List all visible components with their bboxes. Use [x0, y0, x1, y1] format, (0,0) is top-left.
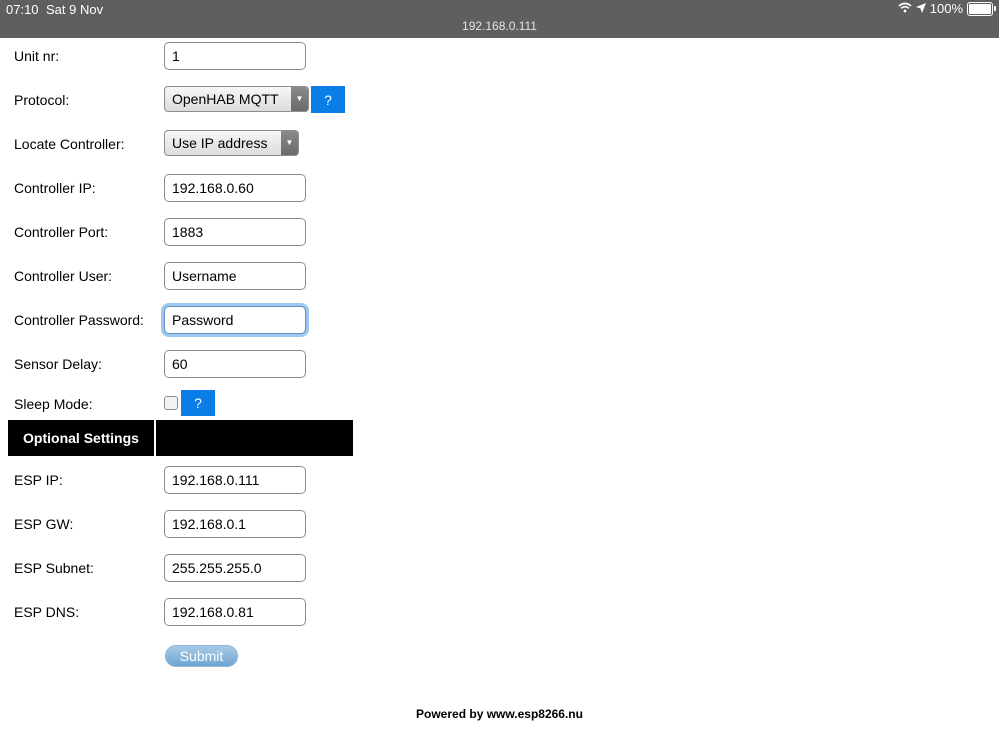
- controller-ip-input[interactable]: 192.168.0.60: [164, 174, 306, 202]
- controller-password-input[interactable]: Password: [164, 306, 306, 334]
- controller-port-label: Controller Port:: [14, 224, 109, 240]
- battery-percent: 100%: [929, 1, 963, 16]
- locate-controller-label: Locate Controller:: [14, 136, 125, 152]
- sensor-delay-input[interactable]: 60: [164, 350, 306, 378]
- dropdown-arrow-icon: ▼: [281, 131, 298, 155]
- submit-button[interactable]: Submit: [165, 645, 238, 667]
- protocol-label: Protocol:: [14, 92, 70, 108]
- status-time: 07:10: [6, 2, 39, 17]
- sleep-mode-checkbox[interactable]: [164, 396, 178, 410]
- locate-controller-select[interactable]: Use IP address ▼: [164, 130, 299, 156]
- header-empty-cell: [156, 420, 353, 456]
- status-right-group: 100%: [898, 1, 996, 16]
- wifi-icon: [898, 1, 912, 16]
- protocol-help-button[interactable]: ?: [311, 86, 345, 113]
- sleep-mode-label: Sleep Mode:: [14, 396, 93, 412]
- controller-password-label: Controller Password:: [14, 312, 144, 328]
- status-bar: 07:10 Sat 9 Nov 192.168.0.111 100%: [0, 0, 999, 38]
- controller-port-input[interactable]: 1883: [164, 218, 306, 246]
- protocol-select[interactable]: OpenHAB MQTT ▼: [164, 86, 309, 112]
- locate-controller-selected-value: Use IP address: [172, 135, 268, 151]
- location-arrow-icon: [915, 1, 926, 16]
- status-date: Sat 9 Nov: [46, 2, 104, 17]
- sleep-mode-help-button[interactable]: ?: [181, 390, 215, 416]
- controller-ip-label: Controller IP:: [14, 180, 96, 196]
- controller-user-input[interactable]: Username: [164, 262, 306, 290]
- esp-dns-label: ESP DNS:: [14, 604, 80, 620]
- esp-ip-input[interactable]: 192.168.0.111: [164, 466, 306, 494]
- sensor-delay-label: Sensor Delay:: [14, 356, 102, 372]
- dropdown-arrow-icon: ▼: [291, 87, 308, 111]
- esp-subnet-input[interactable]: 255.255.255.0: [164, 554, 306, 582]
- optional-settings-header: Optional Settings: [8, 420, 353, 456]
- esp-dns-input[interactable]: 192.168.0.81: [164, 598, 306, 626]
- controller-user-label: Controller User:: [14, 268, 113, 284]
- optional-settings-title: Optional Settings: [8, 420, 154, 456]
- battery-icon: [967, 1, 996, 16]
- unit-nr-label: Unit nr:: [14, 48, 60, 64]
- esp-gw-label: ESP GW:: [14, 516, 74, 532]
- esp-gw-input[interactable]: 192.168.0.1: [164, 510, 306, 538]
- esp-subnet-label: ESP Subnet:: [14, 560, 94, 576]
- esp-ip-label: ESP IP:: [14, 472, 63, 488]
- address-bar-url[interactable]: 192.168.0.111: [0, 19, 999, 33]
- footer-powered-by: Powered by www.esp8266.nu: [416, 707, 583, 721]
- unit-nr-input[interactable]: 1: [164, 42, 306, 70]
- protocol-selected-value: OpenHAB MQTT: [172, 91, 279, 107]
